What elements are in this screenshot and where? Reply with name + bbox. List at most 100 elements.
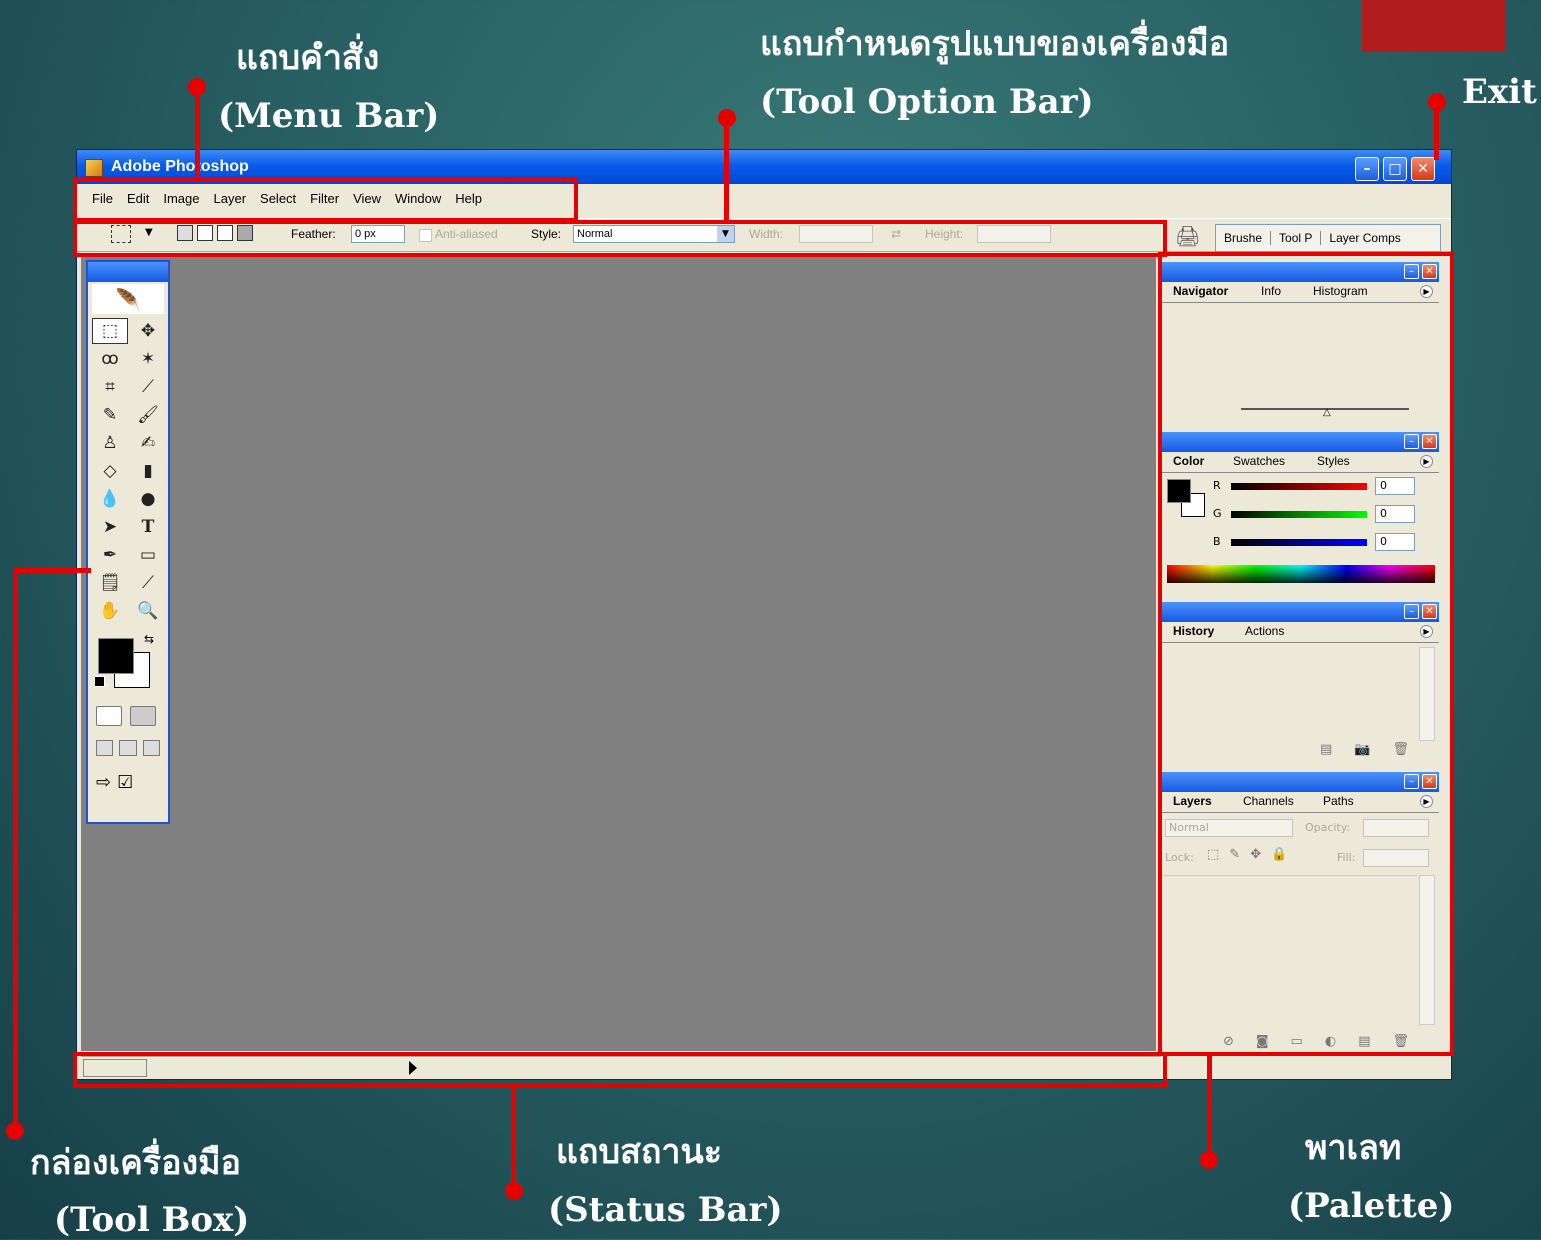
dodge-tool-icon[interactable]: ●: [130, 486, 166, 512]
style-dropdown-icon[interactable]: ▼: [717, 226, 734, 242]
checkbox-icon[interactable]: ☑: [117, 772, 133, 793]
new-selection-icon[interactable]: [177, 225, 193, 241]
gradient-tool-icon[interactable]: ▮: [130, 458, 166, 484]
tab-navigator[interactable]: Navigator: [1169, 284, 1232, 298]
shape-tool-icon[interactable]: ▭: [130, 542, 166, 568]
style-select[interactable]: Normal: [573, 225, 735, 243]
close-palette-button[interactable]: ✕: [1422, 604, 1437, 619]
tab-paths[interactable]: Paths: [1319, 794, 1358, 808]
adobe-feather-icon[interactable]: 🪶: [92, 284, 164, 314]
tab-history[interactable]: History: [1169, 624, 1218, 638]
width-input[interactable]: [799, 225, 873, 243]
foreground-color-swatch[interactable]: [98, 638, 134, 674]
jump-to-imageready-icon[interactable]: ⇨: [96, 772, 111, 793]
adjustment-layer-icon[interactable]: ◐: [1325, 1034, 1336, 1049]
pen-tool-icon[interactable]: ✒: [92, 542, 128, 568]
tab-layers[interactable]: Layers: [1169, 794, 1216, 808]
lock-all-icon[interactable]: 🔒: [1271, 847, 1287, 862]
color-palette-header[interactable]: – ✕: [1161, 432, 1439, 452]
menu-filter[interactable]: Filter: [303, 188, 346, 210]
tab-actions[interactable]: Actions: [1241, 624, 1288, 638]
hand-tool-icon[interactable]: ✋: [92, 598, 128, 624]
color-spectrum-ramp[interactable]: [1167, 565, 1435, 583]
swap-icon[interactable]: ⇄: [891, 227, 901, 241]
layers-palette-header[interactable]: – ✕: [1161, 772, 1439, 792]
well-tab-layer-comps[interactable]: Layer Comps: [1321, 231, 1408, 245]
type-tool-icon[interactable]: T: [130, 514, 166, 540]
menu-file[interactable]: File: [85, 188, 120, 210]
minimize-button[interactable]: –: [1355, 157, 1379, 181]
fill-input[interactable]: [1363, 849, 1429, 867]
menu-select[interactable]: Select: [253, 188, 303, 210]
zoom-tool-icon[interactable]: 🔍: [130, 598, 166, 624]
tab-histogram[interactable]: Histogram: [1309, 284, 1372, 298]
navigator-palette-header[interactable]: – ✕: [1161, 262, 1439, 282]
clone-stamp-tool-icon[interactable]: ♙: [92, 430, 128, 456]
well-tab-tool-presets[interactable]: Tool P: [1271, 231, 1322, 245]
layers-scrollbar[interactable]: [1419, 875, 1435, 1025]
layer-style-icon[interactable]: ⊘: [1223, 1034, 1234, 1049]
default-colors-icon[interactable]: [94, 676, 105, 687]
opacity-input[interactable]: [1363, 819, 1429, 837]
r-value-input[interactable]: 0: [1375, 477, 1415, 495]
menu-help[interactable]: Help: [448, 188, 489, 210]
status-menu-arrow-icon[interactable]: [409, 1061, 417, 1075]
g-value-input[interactable]: 0: [1375, 505, 1415, 523]
close-palette-button[interactable]: ✕: [1422, 774, 1437, 789]
b-value-input[interactable]: 0: [1375, 533, 1415, 551]
menu-view[interactable]: View: [346, 188, 388, 210]
feather-input[interactable]: 0 px: [351, 225, 405, 243]
quick-mask-mode-icon[interactable]: [130, 706, 156, 726]
new-document-icon[interactable]: ▤: [1320, 742, 1332, 757]
eraser-tool-icon[interactable]: ◇: [92, 458, 128, 484]
palette-menu-icon[interactable]: ▶: [1420, 285, 1433, 298]
brush-tool-icon[interactable]: 🖌: [130, 402, 166, 428]
blend-mode-select[interactable]: Normal: [1165, 819, 1293, 837]
standard-mode-icon[interactable]: [96, 706, 122, 726]
close-palette-button[interactable]: ✕: [1422, 264, 1437, 279]
layers-list[interactable]: [1161, 875, 1417, 1024]
slice-tool-icon[interactable]: ⟋: [130, 374, 166, 400]
palette-menu-icon[interactable]: ▶: [1420, 795, 1433, 808]
swap-colors-icon[interactable]: ⇆: [144, 632, 154, 646]
menu-window[interactable]: Window: [388, 188, 448, 210]
blur-tool-icon[interactable]: 💧: [92, 486, 128, 512]
history-scrollbar[interactable]: [1419, 647, 1435, 741]
workspace-canvas[interactable]: [81, 254, 1156, 1051]
history-palette-header[interactable]: – ✕: [1161, 602, 1439, 622]
tab-styles[interactable]: Styles: [1313, 454, 1354, 468]
trash-icon[interactable]: 🗑: [1392, 742, 1409, 757]
path-selection-tool-icon[interactable]: ➤: [92, 514, 128, 540]
new-group-icon[interactable]: ▭: [1291, 1034, 1303, 1049]
close-button[interactable]: ✕: [1411, 157, 1435, 181]
zoom-slider-thumb[interactable]: △: [1323, 407, 1331, 418]
full-screen-menu-icon[interactable]: [119, 740, 137, 756]
toolbox-header[interactable]: [88, 262, 168, 282]
palette-menu-icon[interactable]: ▶: [1420, 625, 1433, 638]
status-zoom-field[interactable]: [83, 1059, 147, 1077]
marquee-tool-icon[interactable]: ⬚: [92, 318, 128, 344]
menu-image[interactable]: Image: [156, 188, 206, 210]
b-slider[interactable]: [1231, 539, 1367, 546]
menu-layer[interactable]: Layer: [207, 188, 254, 210]
maximize-button[interactable]: □: [1383, 157, 1407, 181]
new-layer-icon[interactable]: ▤: [1358, 1034, 1370, 1049]
tab-swatches[interactable]: Swatches: [1229, 454, 1289, 468]
marquee-preset-icon[interactable]: [111, 225, 131, 243]
tab-color[interactable]: Color: [1169, 454, 1208, 468]
color-fg-swatch[interactable]: [1167, 479, 1191, 503]
magic-wand-tool-icon[interactable]: ✶: [130, 346, 166, 372]
add-selection-icon[interactable]: [197, 225, 213, 241]
minimize-palette-button[interactable]: –: [1404, 604, 1419, 619]
healing-brush-tool-icon[interactable]: ✎: [92, 402, 128, 428]
minimize-palette-button[interactable]: –: [1404, 264, 1419, 279]
lock-position-icon[interactable]: ✥: [1250, 847, 1261, 862]
lasso-tool-icon[interactable]: ꝏ: [92, 346, 128, 372]
standard-screen-icon[interactable]: [96, 740, 114, 756]
g-slider[interactable]: [1231, 511, 1367, 518]
selection-mode-icons[interactable]: [177, 225, 253, 241]
lock-transparent-icon[interactable]: ⬚: [1207, 847, 1219, 862]
anti-aliased-checkbox[interactable]: [419, 229, 432, 242]
eyedropper-tool-icon[interactable]: ⟋: [130, 570, 166, 596]
tab-info[interactable]: Info: [1257, 284, 1285, 298]
